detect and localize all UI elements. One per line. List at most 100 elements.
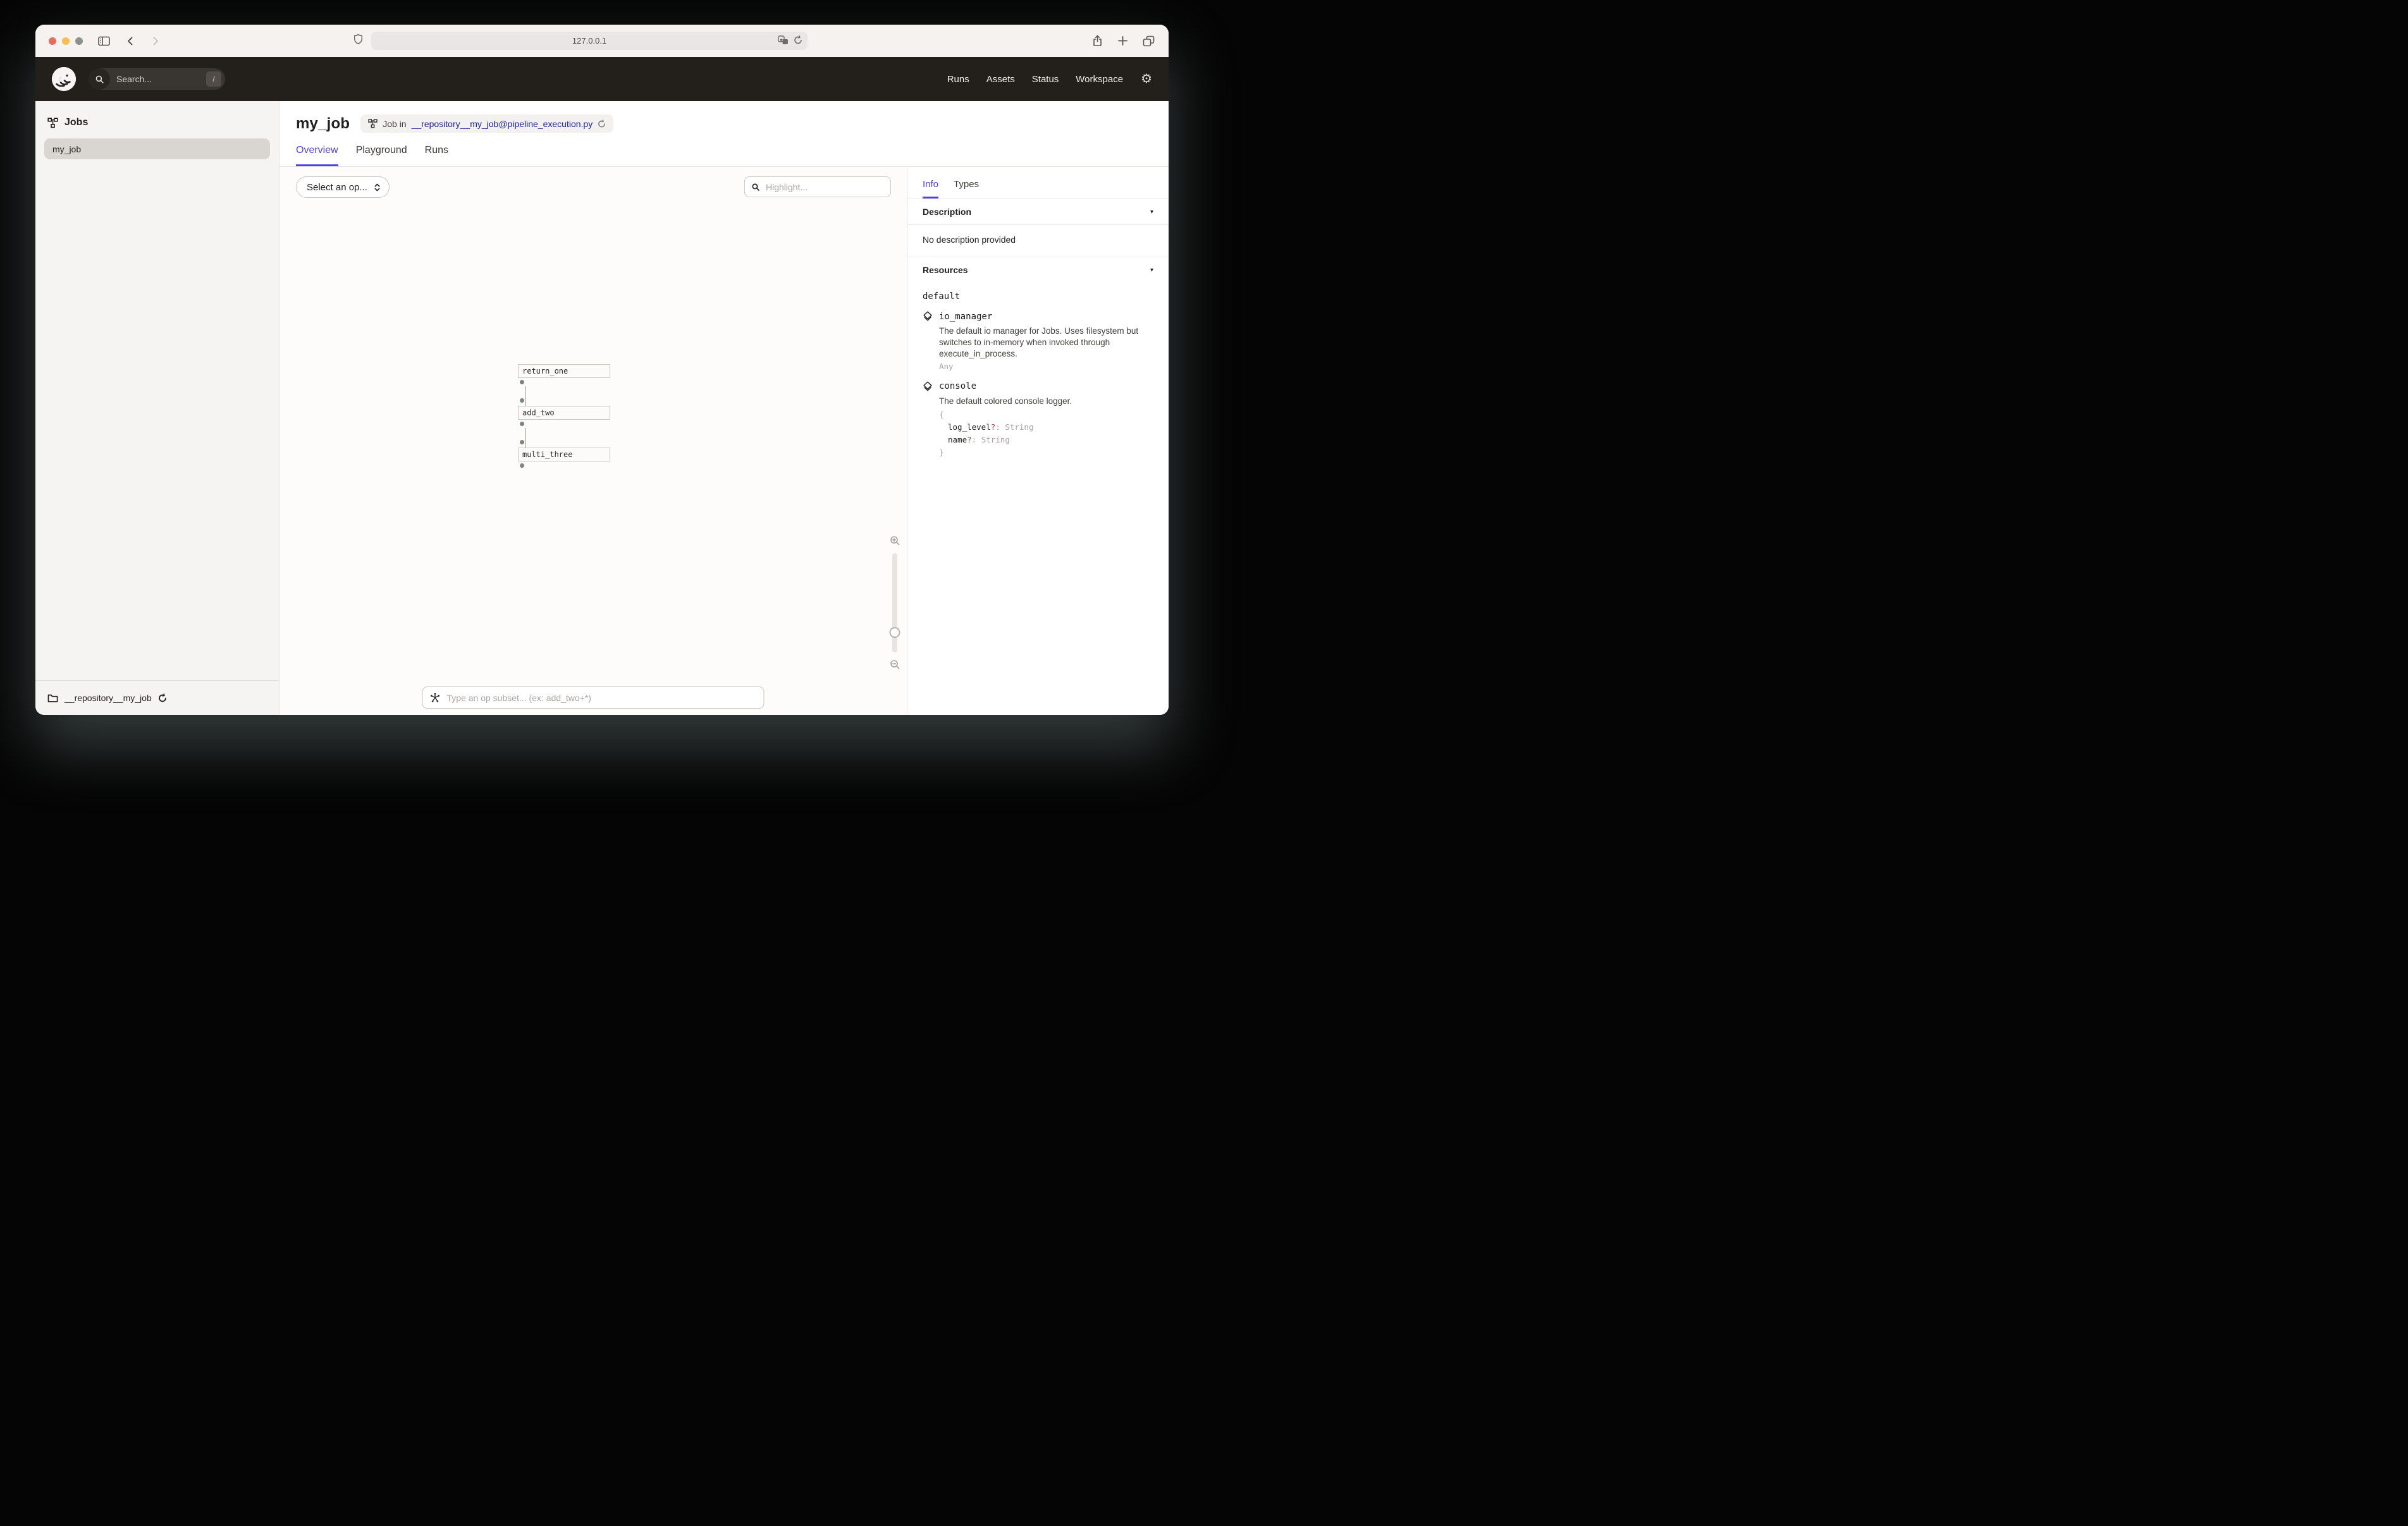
output-handle — [520, 422, 524, 426]
tab-playground[interactable]: Playground — [356, 145, 407, 166]
repository-link[interactable]: __repository__my_job@pipeline_execution.… — [412, 119, 593, 129]
op-selector-icon — [430, 692, 441, 703]
privacy-shield-icon[interactable] — [353, 34, 363, 45]
close-window-button[interactable] — [49, 37, 56, 45]
folder-icon — [47, 693, 58, 703]
config-field: log_level?: String — [939, 421, 1153, 434]
resource-description: The default colored console logger. — [939, 396, 1153, 407]
sidebar-item-my-job[interactable]: my_job — [44, 138, 270, 159]
zoom-slider-track[interactable] — [892, 553, 897, 652]
section-title: Description — [923, 207, 971, 217]
browser-window: 127.0.0.1 — [35, 25, 1169, 715]
section-title: Resources — [923, 265, 968, 275]
search-shortcut-badge: / — [206, 71, 221, 87]
resource-item-console: console The default colored console logg… — [923, 381, 1153, 459]
config-brace: } — [939, 446, 1153, 459]
nav-assets[interactable]: Assets — [986, 74, 1015, 85]
global-search-input[interactable]: Search... / — [89, 68, 225, 90]
reload-icon[interactable] — [794, 35, 802, 45]
zoom-out-icon[interactable] — [890, 659, 900, 670]
tab-runs[interactable]: Runs — [425, 145, 448, 166]
edge-connector — [525, 428, 526, 448]
job-item-label: my_job — [52, 144, 81, 154]
back-button[interactable] — [125, 36, 135, 46]
resources-body: default io_manager The default io — [907, 283, 1169, 478]
job-main: my_job Job in __repository__my_job@pipel… — [280, 101, 1169, 715]
sidebar-toggle-icon[interactable] — [98, 36, 110, 46]
op-info-panel: Info Types Description ▾ No description … — [907, 167, 1169, 715]
zoom-control — [887, 535, 903, 670]
minimize-window-button[interactable] — [62, 37, 70, 45]
description-section-header[interactable]: Description ▾ — [907, 199, 1169, 225]
tab-types[interactable]: Types — [954, 179, 979, 198]
zoom-slider-handle[interactable] — [890, 627, 900, 638]
tab-overview[interactable]: Overview — [296, 145, 338, 166]
highlight-input[interactable] — [765, 181, 884, 193]
share-icon[interactable] — [1092, 35, 1103, 47]
zoom-in-icon[interactable] — [890, 535, 900, 546]
browser-chrome: 127.0.0.1 — [35, 25, 1169, 57]
app-header: Search... / Runs Assets Status Workspace… — [35, 57, 1169, 101]
traffic-lights — [49, 37, 83, 45]
resource-name: io_manager — [939, 312, 992, 322]
output-handle — [520, 380, 524, 384]
caret-down-icon: ▾ — [1150, 267, 1153, 274]
resource-description: The default io manager for Jobs. Uses fi… — [939, 326, 1153, 360]
op-subset-bar — [422, 687, 765, 709]
op-subset-input[interactable] — [446, 692, 757, 704]
jobs-sidebar: Jobs my_job __repository__my_job — [35, 101, 280, 715]
zoom-window-button[interactable] — [75, 37, 83, 45]
repository-name: __repository__my_job — [64, 693, 152, 703]
search-icon — [89, 68, 110, 90]
settings-gear-icon[interactable]: ⚙ — [1141, 73, 1152, 85]
translate-icon[interactable] — [778, 35, 789, 45]
resource-group-name: default — [923, 291, 1153, 302]
repository-footer: __repository__my_job — [35, 680, 279, 715]
caret-down-icon: ▾ — [1150, 209, 1153, 216]
resource-icon — [923, 381, 933, 392]
edge-connector — [525, 386, 526, 406]
top-nav: Runs Assets Status Workspace — [947, 74, 1123, 85]
resource-type: Any — [939, 362, 1153, 371]
new-tab-icon[interactable] — [1117, 35, 1128, 46]
reload-job-icon[interactable] — [598, 119, 606, 128]
job-origin-badge: Job in __repository__my_job@pipeline_exe… — [360, 114, 613, 133]
resource-name: console — [939, 381, 976, 391]
address-bar[interactable]: 127.0.0.1 — [371, 32, 808, 50]
forward-button[interactable] — [150, 36, 161, 46]
dagster-logo[interactable] — [52, 67, 76, 91]
nav-status[interactable]: Status — [1032, 74, 1059, 85]
nav-runs[interactable]: Runs — [947, 74, 969, 85]
op-graph-canvas[interactable]: Select an op... r — [280, 167, 907, 715]
panel-tabs: Info Types — [907, 167, 1169, 199]
reload-repository-icon[interactable] — [158, 693, 167, 703]
sidebar-title: Jobs — [64, 117, 88, 128]
tab-overview-icon[interactable] — [1143, 35, 1155, 47]
nav-workspace[interactable]: Workspace — [1076, 74, 1123, 85]
workflow-icon — [47, 118, 58, 128]
input-handle — [520, 440, 524, 444]
job-tabs: Overview Playground Runs — [280, 145, 1169, 166]
op-node-add-two[interactable]: add_two — [518, 406, 610, 420]
op-select-label: Select an op... — [307, 182, 367, 193]
badge-prefix: Job in — [383, 119, 406, 129]
op-node-multi-three[interactable]: multi_three — [518, 448, 610, 461]
output-handle — [520, 463, 524, 468]
tab-info[interactable]: Info — [923, 179, 938, 198]
config-field: name?: String — [939, 434, 1153, 446]
op-node-return-one[interactable]: return_one — [518, 364, 610, 378]
search-icon — [751, 183, 760, 192]
highlight-search[interactable] — [744, 176, 891, 197]
workflow-icon — [368, 119, 378, 128]
page-title: my_job — [296, 115, 350, 133]
search-placeholder: Search... — [116, 74, 206, 84]
resource-icon — [923, 311, 933, 322]
op-select-dropdown[interactable]: Select an op... — [296, 176, 390, 198]
input-handle — [520, 398, 524, 403]
select-chevrons-icon — [374, 183, 381, 192]
resource-item-io-manager: io_manager The default io manager for Jo… — [923, 311, 1153, 371]
url-text: 127.0.0.1 — [572, 36, 606, 46]
resources-section-header[interactable]: Resources ▾ — [907, 257, 1169, 283]
resource-config-schema: { log_level?: String name?: String } — [939, 408, 1153, 459]
config-brace: { — [939, 408, 1153, 421]
